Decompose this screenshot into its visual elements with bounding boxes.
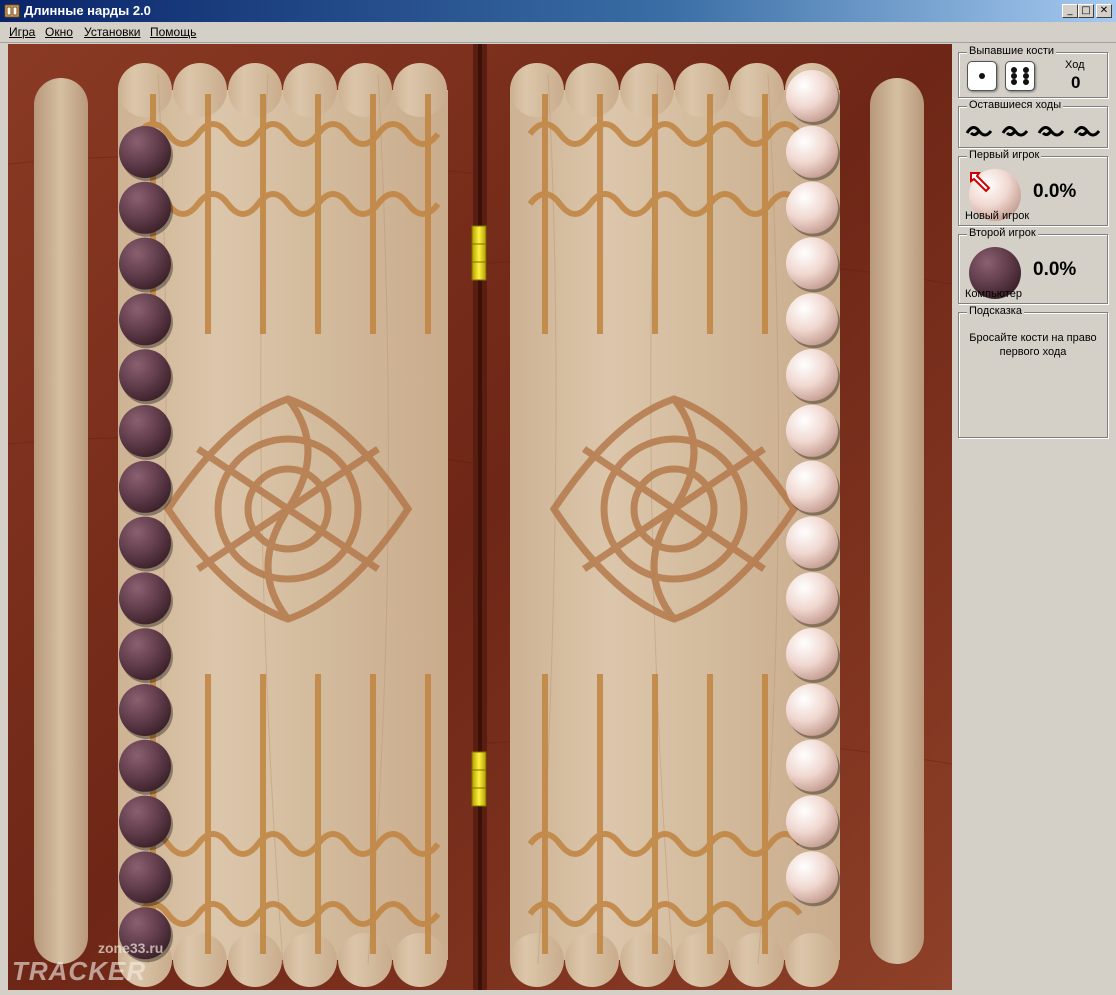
ornament-moves-icon [965,126,1101,137]
light-checker[interactable] [786,349,838,401]
board-graphic [7,44,953,990]
dark-checker[interactable] [119,126,171,178]
light-checker[interactable] [786,572,838,625]
arrow-icon [970,172,991,193]
dark-checker[interactable] [119,405,171,457]
title-bar: Длинные нарды 2.0 _ □ ✕ [0,0,1116,22]
light-checker[interactable] [786,70,838,122]
light-checker[interactable] [786,795,838,848]
dark-checker[interactable] [119,516,171,569]
dark-checker[interactable] [119,293,171,346]
hinge-top [471,225,487,281]
watermark-brand: TRACKER [12,956,147,986]
light-checker[interactable] [786,739,838,792]
player2-group: Второй игрок 0.0% Компьютер [958,227,1108,304]
player1-name: Новый игрок [965,210,1030,222]
dark-checkers [119,126,173,963]
player2-percent: 0.0% [1033,259,1077,280]
game-board[interactable]: zone33.ru TRACKER [7,44,953,990]
dice-group: Выпавшие кости Ход 0 [958,45,1108,98]
dice-group-label: Выпавшие кости [967,45,1057,57]
player1-percent: 0.0% [1033,181,1077,202]
light-checker[interactable] [786,851,838,904]
menu-window[interactable]: Окно [45,25,73,39]
light-checker[interactable] [786,628,838,680]
hint-label: Подсказка [967,305,1024,317]
dark-checker[interactable] [119,237,171,290]
player1-group: Первый игрок 0.0% Новый игрок [958,149,1108,226]
light-checker[interactable] [786,516,838,569]
hinge-bottom [471,751,487,807]
side-panel: Выпавшие кости Ход 0 Оставшиеся ходы Пер… [954,44,1114,990]
dark-checker[interactable] [119,795,171,848]
watermark-site: zone33.ru [98,940,164,956]
dark-checker[interactable] [119,851,171,904]
menu-bar: Игра Окно Установки Помощь [0,22,1116,43]
player2-label: Второй игрок [967,227,1038,239]
player2-name: Компьютер [965,288,1022,300]
close-button[interactable]: ✕ [1096,4,1112,18]
light-checker[interactable] [786,293,838,346]
hint-text: Бросайте кости на право первого хода [969,332,1097,358]
light-checker[interactable] [786,460,838,513]
right-bar [870,78,924,964]
move-value: 0 [1071,73,1081,92]
dark-checker[interactable] [119,628,171,681]
light-checkers [786,70,840,907]
menu-settings[interactable]: Установки [84,25,140,39]
light-checker[interactable] [786,125,838,178]
light-checker[interactable] [786,181,838,234]
dark-checker[interactable] [119,684,171,736]
die-2[interactable] [1005,61,1035,91]
menu-help[interactable]: Помощь [150,25,196,39]
light-checker[interactable] [786,683,838,736]
die-1[interactable] [967,61,997,91]
remaining-moves-group: Оставшиеся ходы [958,99,1108,148]
dark-checker[interactable] [119,572,171,625]
window-title: Длинные нарды 2.0 [24,3,151,18]
light-checker[interactable] [786,404,838,457]
minimize-button[interactable]: _ [1062,4,1078,18]
hint-group: Подсказка Бросайте кости на право первог… [958,305,1108,438]
left-bar [34,78,88,964]
light-checker[interactable] [786,237,838,290]
move-label: Ход [1065,59,1085,71]
dark-checker[interactable] [119,739,171,792]
maximize-button[interactable]: □ [1078,4,1094,18]
player1-label: Первый игрок [967,149,1042,161]
app-icon [4,4,20,18]
dark-checker[interactable] [119,349,171,402]
dark-checker[interactable] [119,460,171,513]
dark-checker[interactable] [119,181,171,234]
menu-game[interactable]: Игра [9,25,35,39]
remaining-moves-label: Оставшиеся ходы [967,99,1064,111]
